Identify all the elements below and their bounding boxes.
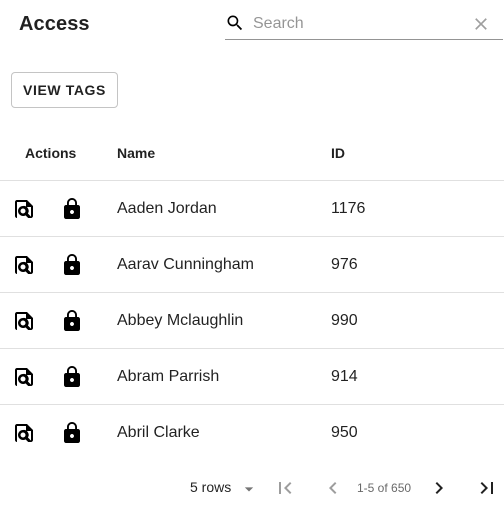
table-row[interactable]: Abram Parrish 914 [0,349,504,405]
table-row[interactable]: Aaden Jordan 1176 [0,181,504,237]
cell-name: Abbey Mclaughlin [117,312,244,329]
view-details-icon[interactable] [12,421,36,445]
lock-icon[interactable] [60,197,84,221]
lock-icon[interactable] [60,309,84,333]
view-details-icon[interactable] [12,365,36,389]
cell-name: Aarav Cunningham [117,256,254,273]
last-page-icon[interactable] [475,476,499,500]
access-table: Actions Name ID Aaden Jordan 1176 Aarav Cu… [0,125,504,461]
next-page-icon[interactable] [427,476,451,500]
close-icon[interactable] [471,14,491,34]
column-header-id[interactable]: ID [331,145,345,161]
page-range: 1-5 of 650 [357,481,412,495]
rows-per-page-value: 5 rows [190,479,232,495]
pagination: 5 rows 1-5 of 650 [0,466,504,507]
cell-name: Abril Clarke [117,424,200,441]
cell-id: 950 [331,424,358,441]
lock-icon[interactable] [60,421,84,445]
column-header-name[interactable]: Name [117,145,155,161]
cell-id: 914 [331,368,358,385]
table-row[interactable]: Abbey Mclaughlin 990 [0,293,504,349]
cell-id: 976 [331,256,358,273]
lock-icon[interactable] [60,365,84,389]
cell-id: 1176 [331,200,366,217]
search-icon [227,15,243,31]
column-header-actions: Actions [25,145,77,161]
table-header: Actions Name ID [0,125,504,181]
dropdown-arrow-icon [244,487,254,492]
view-tags-button[interactable]: VIEW TAGS [11,72,118,108]
table-body: Aaden Jordan 1176 Aarav Cunningham 976 Abbey… [0,181,504,461]
table-row[interactable]: Abril Clarke 950 [0,405,504,461]
view-details-icon[interactable] [12,253,36,277]
toolbar: Access [0,0,504,50]
lock-icon[interactable] [60,253,84,277]
search-input[interactable] [253,12,463,36]
view-details-icon[interactable] [12,197,36,221]
table-row[interactable]: Aarav Cunningham 976 [0,237,504,293]
view-details-icon[interactable] [12,309,36,333]
previous-page-icon[interactable] [321,476,345,500]
first-page-icon[interactable] [273,476,297,500]
cell-id: 990 [331,312,358,329]
rows-per-page-select[interactable]: 5 rows [186,473,266,501]
search-field[interactable] [225,8,503,40]
page-title: Access [19,13,90,35]
cell-name: Abram Parrish [117,368,220,385]
cell-name: Aaden Jordan [117,200,217,217]
